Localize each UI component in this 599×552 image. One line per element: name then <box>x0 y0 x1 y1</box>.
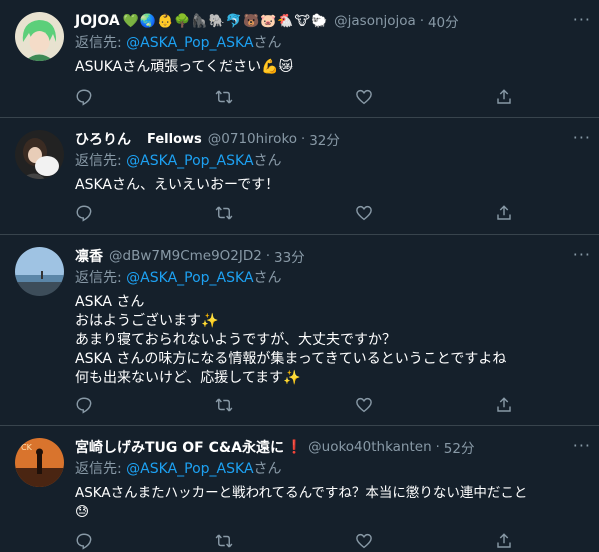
tweet-line: ASKA さん <box>75 294 145 310</box>
reply-mention[interactable]: @ASKA_Pop_ASKA <box>126 35 253 51</box>
reply-to-line: 返信先: @ASKA_Pop_ASKAさん <box>75 267 587 289</box>
display-name[interactable]: JOJOA <box>75 13 120 29</box>
like-icon[interactable] <box>355 88 375 108</box>
tweet[interactable]: 凛香 @dBw7M9Cme9O2JD2 · 33分 返信先: @ASKA_Pop… <box>0 235 599 426</box>
action-bar <box>75 204 515 224</box>
more-icon[interactable]: ··· <box>573 245 591 264</box>
share-icon[interactable] <box>495 88 515 108</box>
display-name[interactable]: 宮崎しげみTUG OF C&A永遠に <box>75 437 284 457</box>
tweet-header: JOJOA 💚🌏👶🌳🦍🐘🐬🐻🐷🐔🐮🐑 @jasonjojoa · 40分 <box>75 10 587 32</box>
reply-suffix: さん <box>253 35 282 51</box>
action-bar <box>75 88 515 108</box>
reply-mention[interactable]: @ASKA_Pop_ASKA <box>126 153 253 169</box>
tweet-line: ASKAさんまたハッカーと戦われてるんですね？本当に懲りない連中だこと <box>75 485 528 501</box>
like-icon[interactable] <box>355 204 375 224</box>
reply-mention[interactable]: @ASKA_Pop_ASKA <box>126 270 253 286</box>
tweet-text: ASKAさんまたハッカーと戦われてるんですね？本当に懲りない連中だこと 😓 <box>75 484 587 522</box>
tweet-header: 宮崎しげみTUG OF C&A永遠に ❗ @uoko40thkanten · 5… <box>75 436 587 458</box>
tweet[interactable]: CK 宮崎しげみTUG OF C&A永遠に ❗ @uoko40thkanten … <box>0 426 599 552</box>
avatar[interactable]: CK <box>15 438 64 487</box>
tweet-line: おはようございます✨ <box>75 313 219 329</box>
reply-feed: JOJOA 💚🌏👶🌳🦍🐘🐬🐻🐷🐔🐮🐑 @jasonjojoa · 40分 返信先… <box>0 0 599 552</box>
tweet-text: ASKA さん おはようございます✨ あまり寝ておられないようですが、大丈夫です… <box>75 293 587 388</box>
reply-suffix: さん <box>253 270 282 286</box>
reply-prefix: 返信先: <box>75 153 122 169</box>
tweet[interactable]: ひろりん Fellows @0710hiroko · 32分 返信先: @ASK… <box>0 118 599 235</box>
reply-to-line: 返信先: @ASKA_Pop_ASKAさん <box>75 458 587 480</box>
tweet-line: あまり寝ておられないようですが、大丈夫ですか？ <box>75 332 397 348</box>
name-badge: ❗ <box>285 439 303 455</box>
more-icon[interactable]: ··· <box>573 436 591 455</box>
avatar[interactable] <box>15 130 64 179</box>
more-icon[interactable]: ··· <box>573 128 591 147</box>
tweet-text: ASKAさん、えいえいおーです！ <box>75 176 587 195</box>
reply-prefix: 返信先: <box>75 270 122 286</box>
name-emojis: 💚🌏👶🌳🦍🐘🐬🐻🐷🐔🐮🐑 <box>122 13 329 29</box>
tweet-line: ASKAさん、えいえいおーです！ <box>75 177 280 193</box>
separator-dot: · <box>435 439 440 455</box>
retweet-icon[interactable] <box>215 88 235 108</box>
svg-text:CK: CK <box>21 443 33 452</box>
display-name[interactable]: ひろりん <box>75 129 131 149</box>
reply-to-line: 返信先: @ASKA_Pop_ASKAさん <box>75 150 587 172</box>
retweet-icon[interactable] <box>215 532 235 552</box>
separator-dot: · <box>301 131 306 147</box>
tweet-line: ASKA さんの味方になる情報が集まってきているということですよね <box>75 351 507 367</box>
avatar[interactable] <box>15 247 64 296</box>
share-icon[interactable] <box>495 396 515 416</box>
timestamp[interactable]: 32分 <box>309 129 340 149</box>
tweet-line: ASUKAさん頑張ってください💪😿 <box>75 59 294 75</box>
tweet-text: ASUKAさん頑張ってください💪😿 <box>75 58 587 77</box>
share-icon[interactable] <box>495 532 515 552</box>
tweet-line: 😓 <box>75 504 90 520</box>
retweet-icon[interactable] <box>215 204 235 224</box>
reply-suffix: さん <box>253 461 282 477</box>
timestamp[interactable]: 33分 <box>274 246 305 266</box>
reply-prefix: 返信先: <box>75 461 122 477</box>
retweet-icon[interactable] <box>215 396 235 416</box>
share-icon[interactable] <box>495 204 515 224</box>
user-handle[interactable]: @jasonjojoa <box>334 13 416 29</box>
tweet-header: ひろりん Fellows @0710hiroko · 32分 <box>75 128 587 150</box>
tweet[interactable]: JOJOA 💚🌏👶🌳🦍🐘🐬🐻🐷🐔🐮🐑 @jasonjojoa · 40分 返信先… <box>0 0 599 118</box>
reply-icon[interactable] <box>75 204 95 224</box>
reply-to-line: 返信先: @ASKA_Pop_ASKAさん <box>75 32 587 54</box>
user-handle[interactable]: @dBw7M9Cme9O2JD2 <box>109 248 262 264</box>
separator-dot: · <box>265 248 270 264</box>
like-icon[interactable] <box>355 396 375 416</box>
tweet-header: 凛香 @dBw7M9Cme9O2JD2 · 33分 <box>75 245 587 267</box>
reply-mention[interactable]: @ASKA_Pop_ASKA <box>126 461 253 477</box>
name-badge: Fellows <box>147 131 202 147</box>
action-bar <box>75 532 515 552</box>
timestamp[interactable]: 52分 <box>444 437 475 457</box>
reply-suffix: さん <box>253 153 282 169</box>
separator-dot: · <box>419 13 424 29</box>
user-handle[interactable]: @uoko40thkanten <box>308 439 432 455</box>
tweet-line: 何も出来ないけど、応援してます✨ <box>75 370 301 386</box>
reply-icon[interactable] <box>75 88 95 108</box>
reply-icon[interactable] <box>75 532 95 552</box>
reply-icon[interactable] <box>75 396 95 416</box>
user-handle[interactable]: @0710hiroko <box>208 131 297 147</box>
action-bar <box>75 396 515 416</box>
like-icon[interactable] <box>355 532 375 552</box>
avatar[interactable] <box>15 12 64 61</box>
more-icon[interactable]: ··· <box>573 10 591 29</box>
display-name[interactable]: 凛香 <box>75 246 103 266</box>
timestamp[interactable]: 40分 <box>428 11 459 31</box>
reply-prefix: 返信先: <box>75 35 122 51</box>
